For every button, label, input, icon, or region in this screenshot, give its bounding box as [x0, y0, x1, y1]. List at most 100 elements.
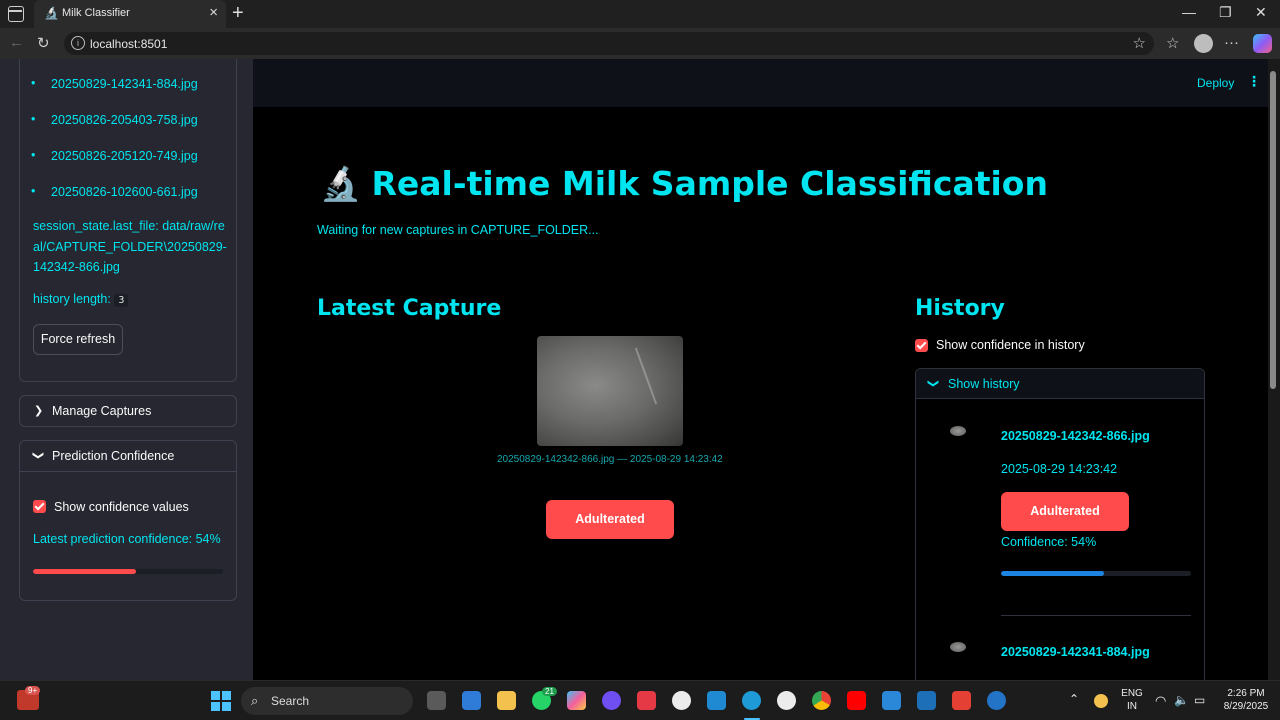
profile-avatar[interactable]	[1194, 34, 1213, 53]
gmail-icon[interactable]	[952, 691, 971, 710]
chrome-icon[interactable]	[812, 691, 831, 710]
clock-time[interactable]: 2:26 PM	[1218, 688, 1274, 699]
chevron-up-icon[interactable]: ⌃	[1069, 692, 1079, 706]
close-window-icon[interactable]: ✕	[1255, 4, 1267, 21]
site-info-icon[interactable]: i	[71, 36, 85, 50]
favorites-icon[interactable]: ☆	[1166, 34, 1179, 52]
more-options-icon[interactable]: ···	[1224, 34, 1239, 51]
language-bottom[interactable]: IN	[1118, 701, 1146, 712]
history-confidence-fill	[1001, 571, 1104, 576]
close-tab-icon[interactable]: ×	[209, 4, 218, 21]
reload-icon[interactable]: ↻	[37, 34, 50, 52]
back-icon[interactable]: ←	[9, 34, 24, 51]
weather-icon[interactable]	[1094, 694, 1108, 708]
app-icon[interactable]	[987, 691, 1006, 710]
tab-actions-icon[interactable]	[8, 6, 24, 22]
github-icon[interactable]	[777, 691, 796, 710]
app-icon[interactable]	[637, 691, 656, 710]
volume-icon[interactable]: 🔈	[1174, 693, 1189, 707]
news-badge: 9+	[25, 686, 41, 695]
history-item-file: 20250829-142341-884.jpg	[1001, 645, 1150, 659]
force-refresh-button[interactable]: Force refresh	[33, 324, 123, 355]
history-length-value: 3	[114, 294, 129, 307]
history-thumbnail	[950, 426, 966, 436]
search-icon: ⌕	[251, 693, 259, 708]
prediction-confidence-expander: ❯ Prediction Confidence Show confidence …	[19, 440, 237, 601]
status-text: Waiting for new captures in CAPTURE_FOLD…	[317, 223, 599, 237]
edge-icon[interactable]	[742, 691, 761, 710]
show-confidence-values-checkbox[interactable]	[33, 500, 46, 513]
store-icon[interactable]	[462, 691, 481, 710]
history-length-label: history length:	[33, 292, 111, 306]
notepad-icon[interactable]	[882, 691, 901, 710]
prediction-confidence-header[interactable]: ❯ Prediction Confidence	[20, 441, 236, 471]
vscode-icon[interactable]	[707, 691, 726, 710]
page-title-text: Real-time Milk Sample Classification	[371, 164, 1048, 203]
history-item-file: 20250829-142342-866.jpg	[1001, 429, 1150, 443]
search-placeholder: Search	[271, 694, 310, 708]
latest-confidence-text: Latest prediction confidence: 54%	[33, 532, 221, 546]
sidebar: 20250829-142341-884.jpg 20250826-205403-…	[0, 59, 253, 680]
show-confidence-values-label: Show confidence values	[54, 500, 189, 514]
task-view-icon[interactable]	[427, 691, 446, 710]
list-item: 20250826-102600-661.jpg	[31, 184, 198, 199]
scrollbar-thumb[interactable]	[1270, 71, 1276, 389]
favorite-star-icon[interactable]: ☆	[1133, 34, 1146, 52]
url-text: localhost:8501	[90, 37, 168, 51]
history-expander-header[interactable]: ❯ Show history	[916, 369, 1204, 399]
latest-capture-image	[537, 336, 683, 446]
address-bar-row: ← ↻ i localhost:8501 ☆ ☆ ···	[0, 28, 1280, 59]
history-item-confidence: Confidence: 54%	[1001, 535, 1097, 549]
history-thumbnail	[950, 642, 966, 652]
minimize-icon[interactable]: —	[1182, 4, 1196, 20]
history-confidence-bar	[1001, 571, 1191, 576]
manage-captures-label: Manage Captures	[52, 404, 152, 418]
prediction-badge: Adulterated	[546, 500, 674, 539]
copilot-app-icon[interactable]	[567, 691, 586, 710]
copilot-icon[interactable]	[1253, 34, 1272, 53]
file-explorer-icon[interactable]	[497, 691, 516, 710]
streamlit-app: 20250829-142341-884.jpg 20250826-205403-…	[0, 59, 1280, 680]
latest-capture-heading: Latest Capture	[317, 296, 502, 321]
history-item-time: 2025-08-29 14:23:42	[1001, 462, 1118, 476]
start-icon[interactable]	[211, 691, 231, 711]
show-confidence-history-label: Show confidence in history	[936, 338, 1085, 352]
chevron-down-icon: ❯	[927, 378, 940, 389]
battery-icon[interactable]: ▭	[1194, 693, 1205, 707]
chevron-right-icon: ❯	[34, 405, 44, 417]
list-item: 20250826-205403-758.jpg	[31, 112, 198, 127]
confidence-progress-fill	[33, 569, 136, 574]
gemini-icon[interactable]	[602, 691, 621, 710]
kebab-menu-icon[interactable]: ⋮	[1247, 73, 1261, 90]
chatgpt-icon[interactable]	[672, 691, 691, 710]
language-top[interactable]: ENG	[1118, 688, 1146, 699]
manage-captures-expander[interactable]: ❯ Manage Captures	[19, 395, 237, 427]
history-prediction-badge: Adulterated	[1001, 492, 1129, 531]
youtube-icon[interactable]	[847, 691, 866, 710]
prediction-confidence-label: Prediction Confidence	[52, 449, 175, 463]
maximize-icon[interactable]: ❐	[1219, 4, 1232, 21]
clock-date[interactable]: 8/29/2025	[1218, 701, 1274, 712]
show-confidence-history-checkbox[interactable]	[915, 339, 928, 352]
tab-favicon-icon: 🔬	[44, 6, 59, 20]
history-length: history length: 3	[33, 292, 129, 307]
new-tab-icon[interactable]: +	[232, 2, 244, 24]
tab-title: Milk Classifier	[62, 7, 130, 19]
history-heading: History	[915, 296, 1005, 321]
microscope-icon: 🔬	[320, 164, 362, 203]
chevron-down-icon: ❯	[32, 450, 45, 461]
list-item: 20250829-142341-884.jpg	[31, 76, 198, 91]
app-header	[253, 59, 1268, 107]
taskbar-search[interactable]: ⌕ Search	[241, 687, 413, 715]
url-field[interactable]: i localhost:8501 ☆	[64, 32, 1154, 55]
divider	[1001, 615, 1191, 616]
browser-tab[interactable]: 🔬 Milk Classifier ×	[34, 0, 226, 28]
docker-icon[interactable]	[917, 691, 936, 710]
latest-capture-caption: 20250829-142342-866.jpg — 2025-08-29 14:…	[497, 454, 723, 465]
browser-tab-bar: 🔬 Milk Classifier × + — ❐ ✕	[0, 0, 1280, 28]
deploy-button[interactable]: Deploy	[1197, 76, 1234, 90]
whatsapp-badge: 21	[542, 687, 557, 696]
show-history-label: Show history	[948, 377, 1020, 391]
page-title: 🔬 Real-time Milk Sample Classification	[320, 164, 1048, 204]
wifi-icon[interactable]: ◠	[1155, 693, 1166, 709]
